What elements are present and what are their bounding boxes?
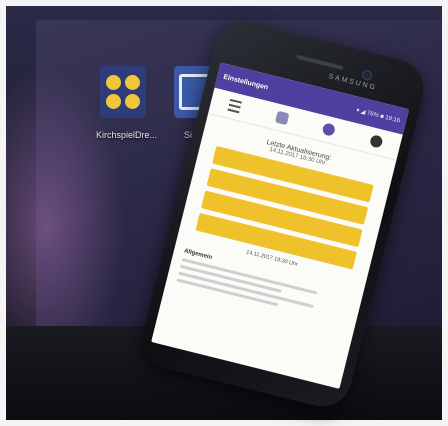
desktop-icon-label: KirchspielDre...: [96, 130, 158, 140]
kirchspiel-logo-icon: [106, 75, 140, 109]
settings-icon[interactable]: [368, 134, 384, 149]
info-icon[interactable]: [321, 122, 337, 137]
calendar-icon[interactable]: [274, 110, 290, 126]
menu-icon[interactable]: [227, 98, 243, 114]
kirchspiel-app-icon[interactable]: [100, 66, 146, 118]
status-bar: ▾ ◢ 76% ■ 19:16: [355, 107, 401, 124]
front-camera-icon: [361, 69, 374, 82]
speaker-grille: [295, 54, 344, 71]
app-title: Einstellungen: [222, 73, 269, 92]
